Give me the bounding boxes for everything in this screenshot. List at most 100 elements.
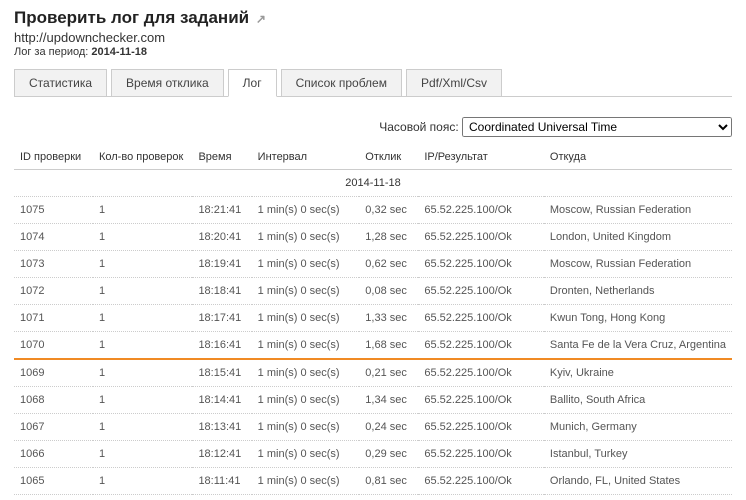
tab-4[interactable]: Pdf/Xml/Csv: [406, 69, 502, 97]
cell-response: 1,33 sec: [359, 305, 418, 332]
cell-checks: 1: [93, 468, 192, 495]
cell-response: 0,81 sec: [359, 468, 418, 495]
cell-id: 1067: [14, 414, 93, 441]
cell-from: Dronten, Netherlands: [544, 278, 732, 305]
cell-response: 0,29 sec: [359, 441, 418, 468]
tab-2[interactable]: Лог: [228, 69, 277, 97]
cell-interval: 1 min(s) 0 sec(s): [252, 278, 360, 305]
cell-id: 1074: [14, 224, 93, 251]
cell-response: 0,62 sec: [359, 251, 418, 278]
cell-checks: 1: [93, 359, 192, 387]
cell-from: Kyiv, Ukraine: [544, 359, 732, 387]
tab-bar: СтатистикаВремя откликаЛогСписок проблем…: [14, 68, 732, 97]
cell-id: 1075: [14, 197, 93, 224]
cell-time: 18:14:41: [192, 387, 251, 414]
cell-ip: 65.52.225.100/Ok: [418, 387, 544, 414]
cell-time: 18:16:41: [192, 332, 251, 360]
cell-time: 18:15:41: [192, 359, 251, 387]
cell-id: 1071: [14, 305, 93, 332]
cell-time: 18:18:41: [192, 278, 251, 305]
cell-id: 1073: [14, 251, 93, 278]
tab-3[interactable]: Список проблем: [281, 69, 402, 97]
cell-id: 1068: [14, 387, 93, 414]
cell-response: 1,68 sec: [359, 332, 418, 360]
cell-interval: 1 min(s) 0 sec(s): [252, 414, 360, 441]
cell-interval: 1 min(s) 0 sec(s): [252, 332, 360, 360]
cell-response: 1,34 sec: [359, 387, 418, 414]
timezone-label: Часовой пояс:: [379, 120, 458, 134]
table-row: 1071118:17:411 min(s) 0 sec(s)1,33 sec65…: [14, 305, 732, 332]
cell-time: 18:12:41: [192, 441, 251, 468]
cell-interval: 1 min(s) 0 sec(s): [252, 197, 360, 224]
cell-response: 0,08 sec: [359, 278, 418, 305]
page-title: Проверить лог для заданий ↗: [14, 8, 732, 28]
col-time: Время: [192, 145, 251, 170]
cell-id: 1066: [14, 441, 93, 468]
cell-ip: 65.52.225.100/Ok: [418, 468, 544, 495]
cell-id: 1072: [14, 278, 93, 305]
cell-from: Moscow, Russian Federation: [544, 197, 732, 224]
table-row: 1067118:13:411 min(s) 0 sec(s)0,24 sec65…: [14, 414, 732, 441]
col-response: Отклик: [359, 145, 418, 170]
cell-from: London, United Kingdom: [544, 224, 732, 251]
header-period: Лог за период: 2014-11-18: [14, 46, 732, 58]
cell-ip: 65.52.225.100/Ok: [418, 197, 544, 224]
cell-ip: 65.52.225.100/Ok: [418, 224, 544, 251]
table-row: 1072118:18:411 min(s) 0 sec(s)0,08 sec65…: [14, 278, 732, 305]
date-separator-row: 2014-11-18: [14, 170, 732, 197]
cell-ip: 65.52.225.100/Ok: [418, 305, 544, 332]
tab-0[interactable]: Статистика: [14, 69, 107, 97]
cell-from: Kwun Tong, Hong Kong: [544, 305, 732, 332]
cell-response: 1,28 sec: [359, 224, 418, 251]
cell-ip: 65.52.225.100/Ok: [418, 278, 544, 305]
cell-from: Santa Fe de la Vera Cruz, Argentina: [544, 332, 732, 360]
tab-1[interactable]: Время отклика: [111, 69, 224, 97]
cell-checks: 1: [93, 441, 192, 468]
cell-ip: 65.52.225.100/Ok: [418, 359, 544, 387]
cell-id: 1065: [14, 468, 93, 495]
table-row: 1068118:14:411 min(s) 0 sec(s)1,34 sec65…: [14, 387, 732, 414]
table-row: 1070118:16:411 min(s) 0 sec(s)1,68 sec65…: [14, 332, 732, 360]
cell-time: 18:11:41: [192, 468, 251, 495]
cell-ip: 65.52.225.100/Ok: [418, 441, 544, 468]
cell-from: Istanbul, Turkey: [544, 441, 732, 468]
table-row: 1065118:11:411 min(s) 0 sec(s)0,81 sec65…: [14, 468, 732, 495]
cell-from: Munich, Germany: [544, 414, 732, 441]
cell-ip: 65.52.225.100/Ok: [418, 414, 544, 441]
table-row: 1069118:15:411 min(s) 0 sec(s)0,21 sec65…: [14, 359, 732, 387]
col-id: ID проверки: [14, 145, 93, 170]
cell-from: Moscow, Russian Federation: [544, 251, 732, 278]
external-link-icon: ↗: [256, 12, 266, 26]
header-url: http://updownchecker.com: [14, 30, 732, 45]
cell-id: 1069: [14, 359, 93, 387]
col-interval: Интервал: [252, 145, 360, 170]
col-ip: IP/Результат: [418, 145, 544, 170]
cell-checks: 1: [93, 305, 192, 332]
col-checks: Кол-во проверок: [93, 145, 192, 170]
cell-interval: 1 min(s) 0 sec(s): [252, 224, 360, 251]
cell-ip: 65.52.225.100/Ok: [418, 251, 544, 278]
table-row: 1074118:20:411 min(s) 0 sec(s)1,28 sec65…: [14, 224, 732, 251]
cell-checks: 1: [93, 414, 192, 441]
cell-checks: 1: [93, 197, 192, 224]
cell-from: Orlando, FL, United States: [544, 468, 732, 495]
cell-response: 0,24 sec: [359, 414, 418, 441]
cell-time: 18:21:41: [192, 197, 251, 224]
timezone-select[interactable]: Coordinated Universal Time: [462, 117, 732, 137]
cell-checks: 1: [93, 278, 192, 305]
cell-response: 0,21 sec: [359, 359, 418, 387]
cell-checks: 1: [93, 224, 192, 251]
cell-interval: 1 min(s) 0 sec(s): [252, 468, 360, 495]
cell-response: 0,32 sec: [359, 197, 418, 224]
col-from: Откуда: [544, 145, 732, 170]
cell-interval: 1 min(s) 0 sec(s): [252, 387, 360, 414]
timezone-row: Часовой пояс: Coordinated Universal Time: [14, 117, 732, 137]
table-row: 1073118:19:411 min(s) 0 sec(s)0,62 sec65…: [14, 251, 732, 278]
table-row: 1066118:12:411 min(s) 0 sec(s)0,29 sec65…: [14, 441, 732, 468]
cell-time: 18:19:41: [192, 251, 251, 278]
table-row: 1075118:21:411 min(s) 0 sec(s)0,32 sec65…: [14, 197, 732, 224]
cell-id: 1070: [14, 332, 93, 360]
cell-from: Ballito, South Africa: [544, 387, 732, 414]
log-table: ID проверки Кол-во проверок Время Интерв…: [14, 145, 732, 495]
cell-time: 18:17:41: [192, 305, 251, 332]
